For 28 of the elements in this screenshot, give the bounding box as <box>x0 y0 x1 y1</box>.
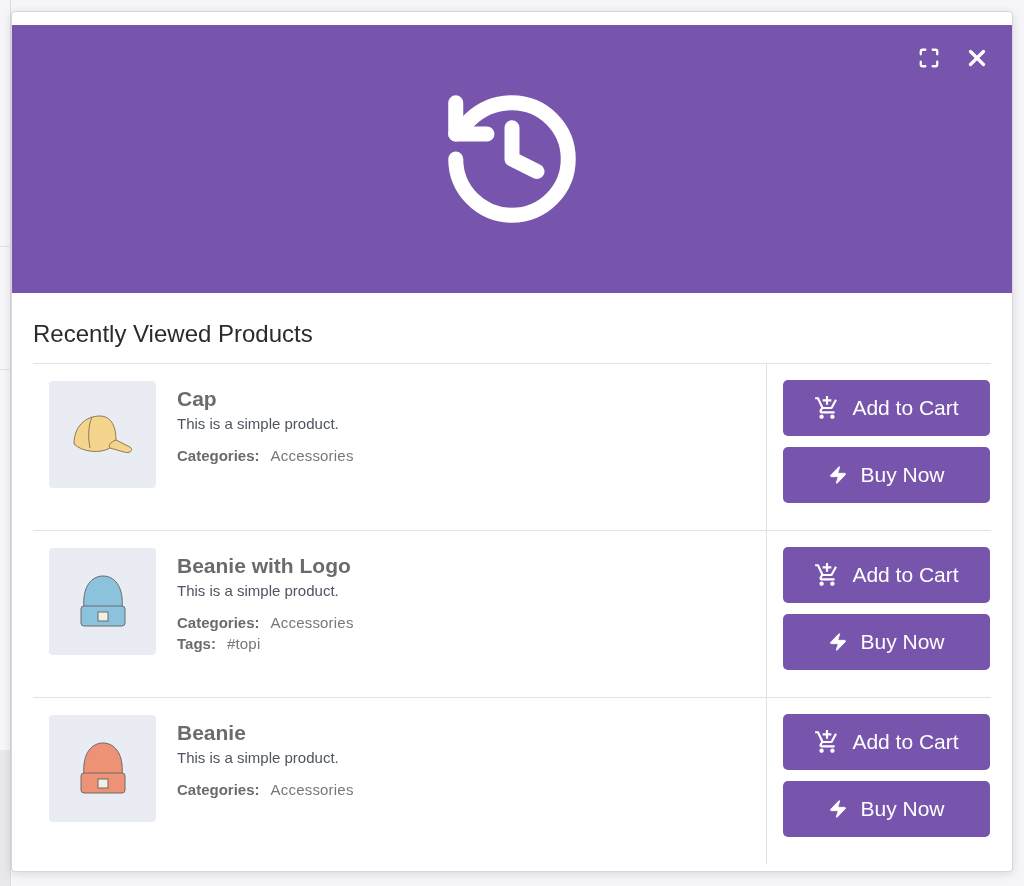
meta-link[interactable]: Accessories <box>270 779 354 800</box>
meta-link[interactable]: Accessories <box>270 445 354 466</box>
modal-title: Recently Viewed Products <box>33 319 314 349</box>
product-thumbnail[interactable] <box>49 548 156 655</box>
lightning-icon <box>828 799 849 819</box>
product-name[interactable]: Beanie with Logo <box>177 553 354 579</box>
buy-now-button[interactable]: Buy Now <box>783 447 990 503</box>
fullscreen-button[interactable] <box>918 47 940 69</box>
product-description: This is a simple product. <box>177 748 340 768</box>
product-name[interactable]: Cap <box>177 386 354 412</box>
meta-link[interactable]: Accessories <box>270 612 354 633</box>
buy-now-button[interactable]: Buy Now <box>783 614 990 670</box>
add-to-cart-button[interactable]: Add to Cart <box>783 714 990 770</box>
product-thumbnail[interactable] <box>49 381 156 488</box>
meta-label: Categories: <box>177 613 260 633</box>
meta-link[interactable]: #topi <box>226 633 261 654</box>
meta-label: Categories: <box>177 446 260 466</box>
lightning-icon <box>828 632 849 652</box>
meta-label: Categories: <box>177 780 260 800</box>
buy-now-button[interactable]: Buy Now <box>783 781 990 837</box>
product-name[interactable]: Beanie <box>177 720 354 746</box>
product-description: This is a simple product. <box>177 414 340 434</box>
meta-label: Tags: <box>177 634 216 654</box>
lightning-icon <box>828 465 849 485</box>
product-thumbnail[interactable] <box>49 715 156 822</box>
add-to-cart-button[interactable]: Add to Cart <box>783 547 990 603</box>
add-to-cart-button[interactable]: Add to Cart <box>783 380 990 436</box>
product-description: This is a simple product. <box>177 581 340 601</box>
